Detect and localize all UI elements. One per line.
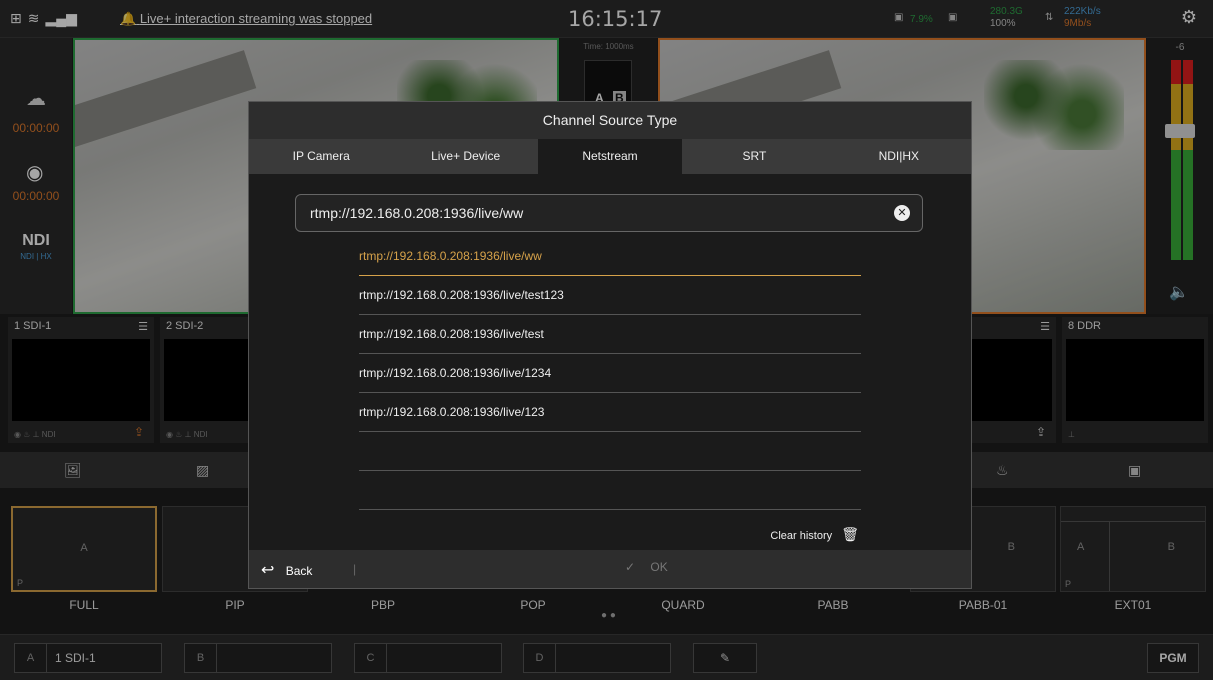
history-item[interactable]: rtmp://192.168.0.208:1936/live/1234: [359, 354, 861, 393]
tab-netstream[interactable]: Netstream: [537, 139, 683, 174]
url-history-list: rtmp://192.168.0.208:1936/live/ww rtmp:/…: [359, 237, 861, 510]
dialog-title: Channel Source Type: [249, 102, 971, 139]
checkmark-icon: ✓: [625, 560, 636, 574]
tab-ndi-hx[interactable]: NDI|HX: [827, 139, 971, 174]
stream-url-input[interactable]: [310, 195, 870, 231]
history-item[interactable]: [359, 432, 861, 471]
back-button[interactable]: ↩ Back: [261, 560, 312, 580]
tab-live-plus-device[interactable]: Live+ Device: [393, 139, 537, 174]
trash-icon: 🗑: [841, 526, 859, 542]
back-arrow-icon: ↩: [261, 562, 275, 579]
url-field-wrapper: ✕: [295, 194, 923, 232]
channel-source-dialog: Channel Source Type IP Camera Live+ Devi…: [248, 101, 972, 589]
history-item[interactable]: rtmp://192.168.0.208:1936/live/123: [359, 393, 861, 432]
clear-input-icon[interactable]: ✕: [894, 205, 910, 221]
tab-ip-camera[interactable]: IP Camera: [249, 139, 393, 174]
tab-srt[interactable]: SRT: [682, 139, 826, 174]
clear-history-button[interactable]: Clear history 🗑: [770, 526, 859, 543]
divider: |: [353, 562, 357, 576]
history-item[interactable]: rtmp://192.168.0.208:1936/live/test123: [359, 276, 861, 315]
dialog-footer: ↩ Back | ✓ OK: [249, 550, 971, 588]
history-item[interactable]: rtmp://192.168.0.208:1936/live/test: [359, 315, 861, 354]
history-item[interactable]: rtmp://192.168.0.208:1936/live/ww: [359, 237, 861, 276]
source-type-tabs: IP Camera Live+ Device Netstream SRT NDI…: [249, 139, 971, 174]
ok-button[interactable]: ✓ OK: [625, 560, 668, 574]
history-item[interactable]: [359, 471, 861, 510]
